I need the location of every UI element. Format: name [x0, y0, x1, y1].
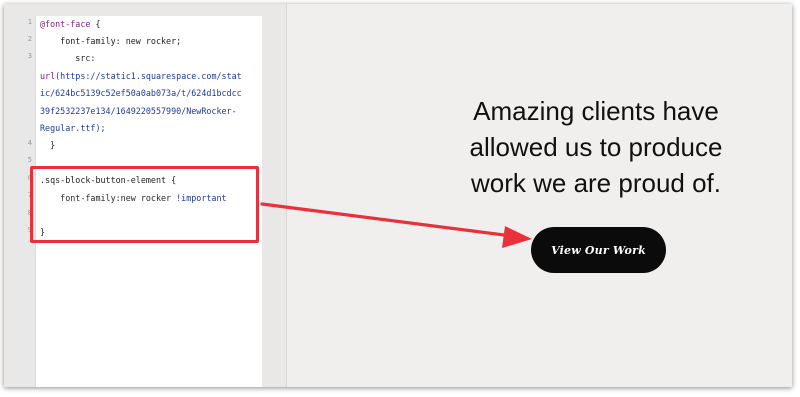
code-line: url(https://static1.squarespace.com/stat [40, 68, 242, 86]
code-token: { [90, 19, 101, 29]
code-line: font-family: new rocker; [40, 36, 182, 46]
at-rule-keyword: @font-face [40, 19, 91, 29]
headline-line: allowed us to produce [469, 132, 723, 162]
line-number: 2 [27, 35, 32, 43]
line-number: 3 [27, 52, 32, 60]
code-line: } [40, 140, 56, 150]
line-number: 5 [27, 156, 32, 164]
code-line: ic/624bc5139c52ef50a0ab073a/t/624d1bcdcc [40, 88, 242, 98]
line-number: 1 [27, 18, 32, 26]
page-headline: Amazing clients have allowed us to produ… [454, 93, 738, 201]
headline-line: work we are proud of. [470, 168, 721, 198]
code-line: 39f2532237e134/1649220557990/NewRocker- [40, 106, 237, 116]
code-line: src: [40, 53, 96, 63]
code-line: Regular.ttf); [40, 123, 106, 133]
line-number: 4 [27, 139, 32, 147]
headline-line: Amazing clients have [473, 96, 719, 126]
url-value: (https://static1.squarespace.com/stat [55, 71, 242, 81]
highlight-box [30, 166, 259, 243]
screenshot-frame: 1 2 3 4 5 6 7 8 9 @font-face { font-fami… [4, 4, 792, 387]
view-our-work-button[interactable]: View Our Work [531, 227, 666, 273]
code-line: @font-face { [40, 16, 101, 34]
url-function-keyword: url [40, 71, 56, 81]
